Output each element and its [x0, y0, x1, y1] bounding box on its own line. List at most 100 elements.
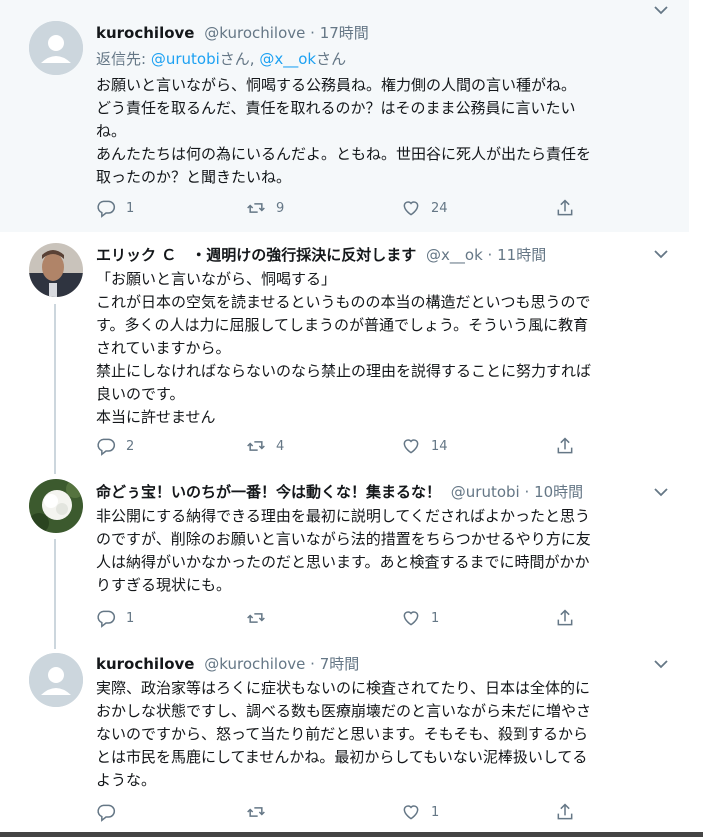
text-line: これが日本の空気を読ませるというものの本当の構造だといつも思うので — [96, 293, 591, 311]
like-button[interactable]: 24 — [401, 198, 448, 218]
user-handle[interactable]: @kurochilove — [204, 24, 305, 42]
tweet[interactable]: エリック Ｃ ・週明けの強行採決に反対します @x__ok · 11時間 「お願… — [0, 232, 689, 474]
separator-dot: · — [487, 246, 493, 264]
display-name[interactable]: 命どぅ宝！いのちが一番！今は動くな！集まるな！ — [96, 483, 441, 501]
retweet-count: 4 — [276, 438, 285, 454]
timestamp[interactable]: 17時間 — [320, 24, 369, 42]
tweet-actions: 1 — [96, 802, 596, 822]
like-button[interactable]: 1 — [401, 802, 439, 822]
reply-count: 2 — [126, 438, 135, 454]
share-icon — [557, 199, 573, 216]
like-count: 14 — [431, 438, 448, 454]
avatar[interactable] — [29, 653, 83, 707]
text-line: とは市民を馬鹿にしてませんかね。最初からしてもいない泥棒扱いしてる — [96, 748, 588, 766]
user-handle[interactable]: @urutobi — [451, 483, 520, 501]
reply-button[interactable] — [96, 802, 126, 822]
avatar[interactable] — [29, 479, 83, 533]
separator-dot: · — [310, 24, 315, 42]
reply-button[interactable]: 1 — [96, 608, 134, 628]
like-button[interactable]: 1 — [401, 608, 439, 628]
retweet-button[interactable] — [246, 802, 276, 822]
reply-separator: さん, — [219, 50, 260, 68]
chevron-down-icon[interactable] — [653, 658, 669, 670]
text-line: 人は納得がいかなかったのだと思います。あと検査するまでに時間がかか — [96, 553, 590, 571]
display-name[interactable]: エリック Ｃ ・週明けの強行採決に反対します — [96, 246, 416, 264]
reply-user-link[interactable]: @x__ok — [259, 50, 316, 68]
text-line: 禁止にしなければならないのなら禁止の理由を説得することに努力すれば — [96, 362, 592, 380]
share-icon — [557, 437, 573, 454]
tweet-text: お願いと言いながら、恫喝する公務員ね。権力側の人間の言い種がね。 どう責任を取る… — [96, 74, 666, 189]
timestamp[interactable]: 7時間 — [320, 655, 360, 673]
retweet-icon — [247, 807, 265, 817]
tweet[interactable]: kurochilove @kurochilove · 7時間 実際、政治家等はろ… — [0, 646, 689, 832]
share-button[interactable] — [555, 608, 575, 628]
retweet-icon — [247, 441, 265, 451]
reply-icon — [97, 438, 116, 456]
text-line: 本当に許せません — [96, 408, 216, 426]
retweet-button[interactable]: 4 — [246, 436, 284, 456]
tweet-header: kurochilove @kurochilove · 7時間 — [96, 654, 359, 674]
user-handle[interactable]: @kurochilove — [204, 655, 305, 673]
timestamp[interactable]: 11時間 — [497, 246, 546, 264]
user-handle[interactable]: @x__ok — [426, 246, 483, 264]
share-button[interactable] — [555, 198, 575, 218]
text-line: 良いのです。 — [96, 385, 185, 403]
flower-photo-icon — [29, 479, 83, 533]
heart-icon — [403, 611, 419, 626]
tweet-text: 実際、政治家等はろくに症状もないのに検査されてたり、日本は全体的に おかしな状態… — [96, 677, 666, 792]
share-button[interactable] — [555, 802, 575, 822]
timestamp[interactable]: 10時間 — [534, 483, 583, 501]
tweet[interactable]: 命どぅ宝！いのちが一番！今は動くな！集まるな！ @urutobi · 10時間 … — [0, 474, 689, 649]
chevron-down-icon[interactable] — [653, 248, 669, 260]
tweet[interactable]: kurochilove @kurochilove · 17時間 返信先: @ur… — [0, 0, 689, 232]
reply-count: 1 — [126, 200, 135, 216]
text-line: りすぎる現状にも。 — [96, 576, 232, 594]
retweet-button[interactable]: 9 — [246, 198, 284, 218]
separator-dot: · — [310, 655, 315, 673]
tweet-header: エリック Ｃ ・週明けの強行採決に反対します @x__ok · 11時間 — [96, 245, 546, 265]
text-line: されていますから。 — [96, 339, 231, 357]
retweet-icon — [247, 613, 265, 623]
reply-suffix: さん — [316, 50, 347, 68]
tweet-text: 「お願いと言いながら、恫喝する」 これが日本の空気を読ませるというものの本当の構… — [96, 268, 666, 429]
heart-icon — [403, 439, 419, 454]
share-icon — [557, 609, 573, 626]
like-count: 1 — [431, 804, 440, 820]
display-name[interactable]: kurochilove — [96, 24, 194, 42]
like-count: 1 — [431, 610, 440, 626]
window-bottom-edge — [0, 832, 703, 837]
reply-user-link[interactable]: @urutobi — [151, 50, 220, 68]
tweet-text: 非公開にする納得できる理由を最初に説明してくださればよかったと思う のですが、削… — [96, 505, 666, 597]
retweet-button[interactable] — [246, 608, 276, 628]
reply-icon — [97, 610, 116, 628]
text-line: ね。 — [96, 122, 127, 140]
share-button[interactable] — [555, 436, 575, 456]
separator-dot: · — [524, 483, 530, 501]
text-line: 「お願いと言いながら、恫喝する」 — [96, 270, 337, 288]
default-avatar-icon — [29, 653, 83, 707]
default-avatar-icon — [29, 21, 83, 75]
display-name[interactable]: kurochilove — [96, 655, 194, 673]
text-line: ような。 — [96, 771, 157, 789]
scrollbar[interactable] — [689, 0, 703, 832]
thread-line — [54, 539, 56, 649]
chevron-down-icon[interactable] — [653, 486, 669, 498]
text-line: 非公開にする納得できる理由を最初に説明してくださればよかったと思う — [96, 507, 590, 525]
retweet-count: 9 — [276, 200, 285, 216]
text-line: おかしな状態ですし、調べる数も医療崩壊だのと言いながら未だに増やさ — [96, 702, 592, 720]
reply-prefix: 返信先: — [96, 50, 151, 68]
text-line: 取ったのか？と聞きたいね。 — [96, 168, 292, 186]
user-photo-icon — [29, 243, 83, 297]
avatar[interactable] — [29, 243, 83, 297]
reply-button[interactable]: 1 — [96, 198, 134, 218]
like-button[interactable]: 14 — [401, 436, 448, 456]
avatar[interactable] — [29, 21, 83, 75]
text-line: どう責任を取るんだ、責任を取れるのか？はそのまま公務員に言いたい — [96, 99, 576, 117]
share-icon — [557, 803, 573, 820]
text-line: す。多くの人は力に屈服してしまうのが普通でしょう。そういう風に教育 — [96, 316, 589, 334]
text-line: 実際、政治家等はろくに症状もないのに検査されてたり、日本は全体的に — [96, 679, 590, 697]
tweet-actions: 1 9 24 — [96, 198, 596, 218]
chevron-down-icon[interactable] — [653, 4, 669, 16]
reply-button[interactable]: 2 — [96, 436, 134, 456]
reply-icon — [97, 200, 116, 218]
